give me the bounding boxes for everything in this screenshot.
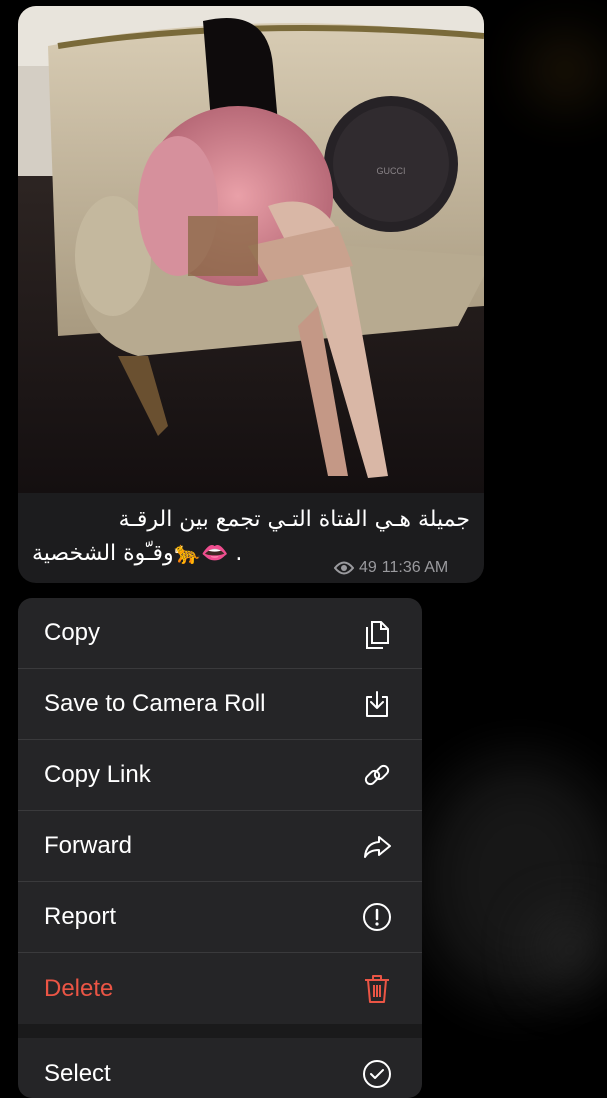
background-blur	[540, 920, 600, 980]
message-caption-line2: وقـّوة الشخصية🐆👄 .	[32, 541, 243, 566]
menu-item-label: Select	[44, 1059, 111, 1087]
menu-item-save-to-camera-roll[interactable]: Save to Camera Roll	[18, 669, 422, 740]
context-menu: Copy Save to Camera Roll Copy Link Forwa…	[18, 598, 422, 1098]
menu-item-copy-link[interactable]: Copy Link	[18, 740, 422, 811]
menu-item-copy[interactable]: Copy	[18, 598, 422, 669]
message-caption: جميلة هـي الفتاة التـي تجمع بين الرقـة	[118, 507, 470, 532]
download-icon	[360, 687, 394, 721]
menu-item-label: Delete	[44, 974, 114, 1002]
menu-item-select[interactable]: Select	[18, 1038, 422, 1098]
view-count: 49	[359, 559, 377, 576]
menu-item-forward[interactable]: Forward	[18, 811, 422, 882]
background-blur	[530, 40, 600, 100]
message-time: 11:36 AM	[381, 559, 449, 576]
report-icon	[360, 900, 394, 934]
forward-icon	[360, 829, 394, 863]
message-bubble[interactable]: GUCCI جميلة هـي الفتاة التـي تجمع بين ال…	[18, 6, 484, 583]
menu-item-label: Forward	[44, 832, 133, 859]
hat-box-label: GUCCI	[377, 166, 406, 176]
eye-icon	[334, 561, 354, 575]
menu-separator	[18, 1024, 422, 1038]
copy-icon	[360, 616, 394, 650]
menu-item-report[interactable]: Report	[18, 882, 422, 953]
menu-item-label: Save to Camera Roll	[44, 690, 266, 717]
message-meta: 49 11:36 AM	[334, 559, 448, 577]
menu-item-label: Copy	[44, 619, 101, 646]
trash-icon	[360, 972, 394, 1006]
menu-item-delete[interactable]: Delete	[18, 953, 422, 1024]
menu-item-label: Report	[44, 903, 117, 930]
checkmark-circle-icon	[360, 1057, 394, 1091]
link-icon	[360, 758, 394, 792]
menu-item-label: Copy Link	[44, 761, 151, 788]
message-photo[interactable]: GUCCI	[18, 6, 484, 493]
